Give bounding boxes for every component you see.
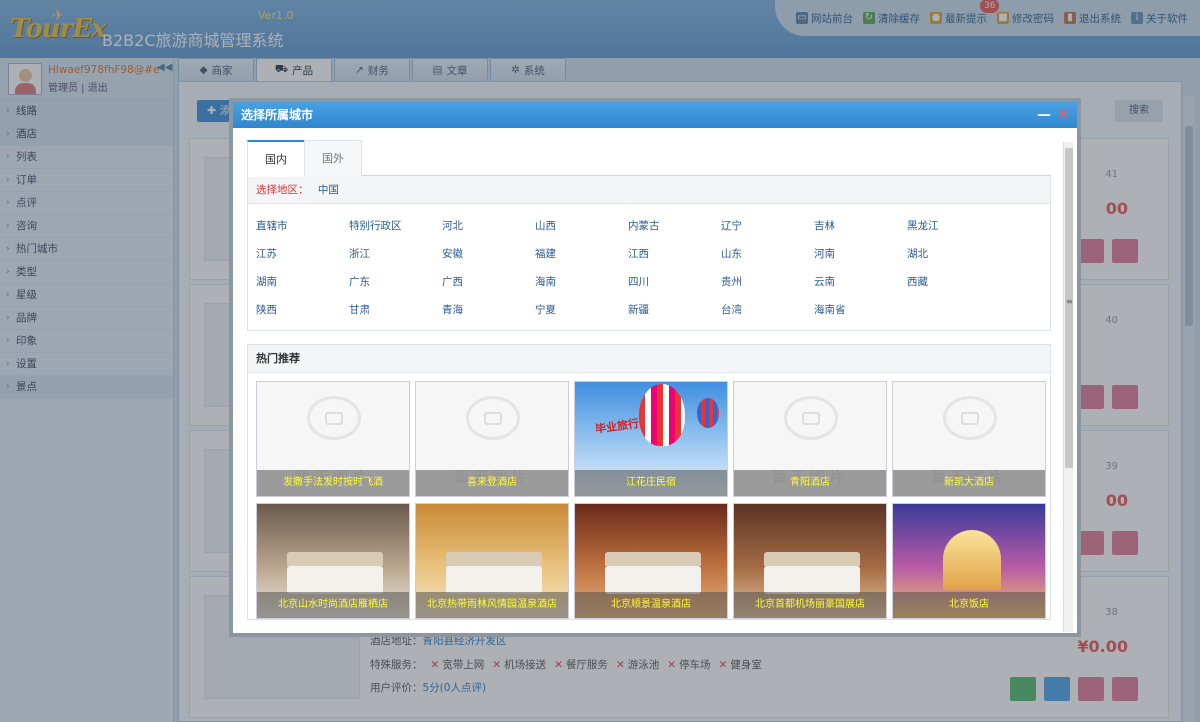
region-grid: 直辖市 特别行政区 河北 山西 内蒙古 辽宁 吉林 黑龙江江苏 浙江 安徽 福建 江西 山东 河南 湖北湖南…	[248, 204, 1050, 330]
balloon-icon	[697, 398, 719, 428]
hotel-name: 发撒手法发时按时飞酒	[257, 470, 409, 496]
region-item[interactable]: 新疆	[628, 296, 721, 324]
camera-lens-icon	[802, 412, 820, 425]
region-item[interactable]: 山东	[721, 240, 814, 268]
region-item[interactable]: 特别行政区	[349, 212, 442, 240]
close-icon[interactable]: ✕	[1057, 102, 1069, 128]
modal-scrollbar-thumb[interactable]	[1065, 148, 1073, 468]
region-item[interactable]: 贵州	[721, 268, 814, 296]
region-item[interactable]: 陕西	[256, 296, 349, 324]
region-tab-0[interactable]: 国内	[247, 140, 305, 177]
bed-icon	[605, 552, 701, 594]
region-item[interactable]: 台湾	[721, 296, 814, 324]
region-tab-1[interactable]: 国外	[304, 140, 362, 176]
region-item[interactable]: 云南	[814, 268, 907, 296]
region-item[interactable]: 江苏	[256, 240, 349, 268]
region-panel: 选择地区： 中国 直辖市 特别行政区 河北 山西 内蒙古 辽宁 吉林 黑龙江江苏 浙江 安徽 福建江…	[247, 176, 1051, 331]
region-item[interactable]: 黑龙江	[907, 212, 1000, 240]
hotel-name: 北京顺景温泉酒店	[575, 592, 727, 618]
city-select-modal: 选择所属城市 — ✕ 国内 国外 选择地区： 中国 直辖市 特别行政区 河北 山西 内蒙古…	[229, 98, 1081, 637]
region-item[interactable]: 吉林	[814, 212, 907, 240]
region-item[interactable]: 山西	[535, 212, 628, 240]
hotel-name: 北京热带雨林风情园温泉酒店	[416, 592, 568, 618]
minimize-icon[interactable]: —	[1037, 102, 1051, 128]
bed-icon	[446, 552, 542, 594]
region-item[interactable]: 海南	[535, 268, 628, 296]
hot-title: 热门推荐	[248, 345, 1050, 373]
modal-title: 选择所属城市	[241, 108, 314, 122]
hotel-name: 新凯大酒店	[893, 470, 1045, 496]
camera-lens-icon	[961, 412, 979, 425]
region-tabs: 国内 国外	[247, 140, 1051, 177]
region-item[interactable]: 安徽	[442, 240, 535, 268]
region-item[interactable]: 广西	[442, 268, 535, 296]
region-item[interactable]: 湖北	[907, 240, 1000, 268]
region-label: 选择地区：	[256, 184, 309, 196]
region-item[interactable]: 江西	[628, 240, 721, 268]
hot-hotel-card[interactable]: 暂无图片青阳酒店	[733, 381, 887, 497]
hotel-name: 北京山水时尚酒店雁栖店	[257, 592, 409, 618]
region-head: 选择地区： 中国	[248, 176, 1050, 204]
balloon-icon	[639, 384, 685, 446]
hotel-name: 青阳酒店	[734, 470, 886, 496]
region-item[interactable]: 直辖市	[256, 212, 349, 240]
hot-grid: 暂无图片发撒手法发时按时飞酒暂无图片喜来登酒店毕业旅行江花庄民宿暂无图片青阳酒店…	[248, 373, 1050, 619]
region-item[interactable]: 甘肃	[349, 296, 442, 324]
hot-hotel-card[interactable]: 毕业旅行江花庄民宿	[574, 381, 728, 497]
hotel-name: 北京首都机场丽豪国展店	[734, 592, 886, 618]
hot-panel: 热门推荐 暂无图片发撒手法发时按时飞酒暂无图片喜来登酒店毕业旅行江花庄民宿暂无图…	[247, 344, 1051, 620]
modal-scrollbar[interactable]: ≡	[1063, 142, 1073, 632]
camera-lens-icon	[325, 412, 343, 425]
banner-text: 毕业旅行	[594, 416, 640, 436]
region-item[interactable]: 四川	[628, 268, 721, 296]
region-item[interactable]: 浙江	[349, 240, 442, 268]
hot-hotel-card[interactable]: 北京顺景温泉酒店	[574, 503, 728, 619]
region-item[interactable]: 内蒙古	[628, 212, 721, 240]
hot-hotel-card[interactable]: 暂无图片喜来登酒店	[415, 381, 569, 497]
region-item[interactable]: 青海	[442, 296, 535, 324]
bed-icon	[287, 552, 383, 594]
region-item[interactable]: 西藏	[907, 268, 1000, 296]
region-item[interactable]: 海南省	[814, 296, 907, 324]
region-item[interactable]: 河南	[814, 240, 907, 268]
building-icon	[943, 530, 1001, 590]
hotel-name: 喜来登酒店	[416, 470, 568, 496]
region-item[interactable]: 河北	[442, 212, 535, 240]
hot-hotel-card[interactable]: 北京首都机场丽豪国展店	[733, 503, 887, 619]
hot-hotel-card[interactable]: 北京饭店	[892, 503, 1046, 619]
region-item[interactable]: 辽宁	[721, 212, 814, 240]
region-item[interactable]: 湖南	[256, 268, 349, 296]
region-item[interactable]: 宁夏	[535, 296, 628, 324]
modal-title-bar: 选择所属城市 — ✕	[233, 102, 1077, 128]
scroll-grip-icon: ≡	[1066, 297, 1073, 306]
hotel-name: 江花庄民宿	[575, 470, 727, 496]
modal-body: 国内 国外 选择地区： 中国 直辖市 特别行政区 河北 山西 内蒙古 辽宁 吉林 黑龙江江苏 浙江…	[233, 128, 1063, 633]
camera-lens-icon	[484, 412, 502, 425]
hot-hotel-card[interactable]: 暂无图片发撒手法发时按时飞酒	[256, 381, 410, 497]
hotel-name: 北京饭店	[893, 592, 1045, 618]
bed-icon	[764, 552, 860, 594]
hot-hotel-card[interactable]: 北京热带雨林风情园温泉酒店	[415, 503, 569, 619]
hot-hotel-card[interactable]: 北京山水时尚酒店雁栖店	[256, 503, 410, 619]
hot-hotel-card[interactable]: 暂无图片新凯大酒店	[892, 381, 1046, 497]
region-item[interactable]: 广东	[349, 268, 442, 296]
region-item[interactable]: 福建	[535, 240, 628, 268]
region-value[interactable]: 中国	[318, 184, 339, 196]
